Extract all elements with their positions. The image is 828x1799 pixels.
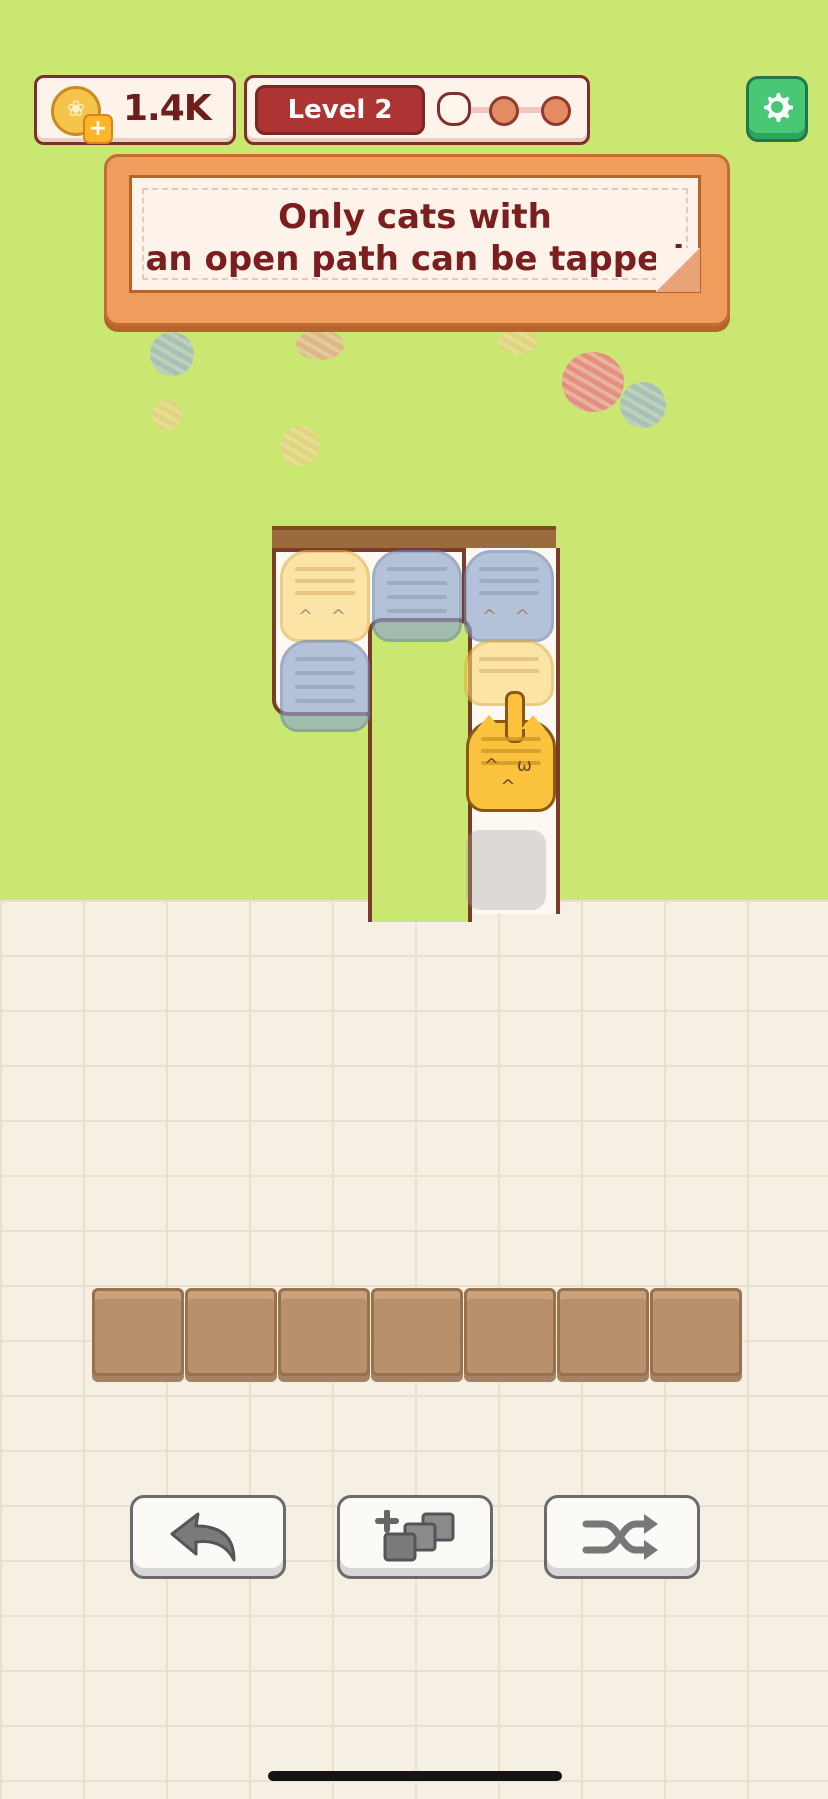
settings-button[interactable] [746,76,808,142]
progress-dot [541,96,571,126]
tray-slot [464,1288,556,1376]
exit-path-tile [466,830,546,910]
tray-slot [92,1288,184,1376]
add-tiles-icon [375,1510,455,1562]
cat-blue-blocked[interactable]: ^ ^ [464,550,554,642]
level-label: Level 2 [255,85,425,135]
shuffle-button[interactable] [544,1495,700,1579]
tray-slot [371,1288,463,1376]
slot-tray [86,1288,742,1378]
undo-button[interactable] [130,1495,286,1579]
cat-head-icon [437,92,471,126]
yarn-ball-icon [296,330,344,360]
board-notch [368,618,472,922]
cat-yellow-blocked[interactable]: ^ ^ [280,550,370,642]
add-coins-icon[interactable]: + [83,114,113,144]
hint-line-1: Only cats with [278,197,552,237]
hint-banner: Only cats with an open path can be tappe… [104,154,730,326]
yarn-ball-icon [152,400,182,430]
level-progress: Level 2 [244,75,590,145]
hint-text: Only cats with an open path can be tappe… [132,196,698,280]
cat-blue-blocked[interactable] [280,640,370,732]
tray-slot [278,1288,370,1376]
cat-orange-tappable[interactable]: ^ ω ^ [466,691,556,812]
progress-dot [489,96,519,126]
coin-amount: 1.4K [123,88,212,129]
coin-counter[interactable]: ❀ + 1.4K [34,75,236,145]
yarn-ball-icon [620,382,666,428]
yarn-ball-icon [280,426,320,466]
hint-line-2: an open path can be tapped [145,239,685,279]
tray-slot [557,1288,649,1376]
home-indicator[interactable] [268,1771,562,1781]
yarn-ball-icon [562,352,624,412]
gear-icon [764,93,793,122]
undo-arrow-icon [170,1512,236,1562]
shuffle-icon [582,1514,658,1560]
game-screen: ❀ + 1.4K Level 2 Only cats with an open … [0,0,828,1799]
add-slot-button[interactable] [337,1495,493,1579]
tray-slot [650,1288,742,1376]
paper-fold [656,248,700,292]
cat-blue-blocked[interactable] [372,550,462,642]
hint-paper: Only cats with an open path can be tappe… [129,175,701,293]
yarn-ball-icon [150,332,194,376]
yarn-ball-icon [498,330,538,354]
tray-slot [185,1288,277,1376]
